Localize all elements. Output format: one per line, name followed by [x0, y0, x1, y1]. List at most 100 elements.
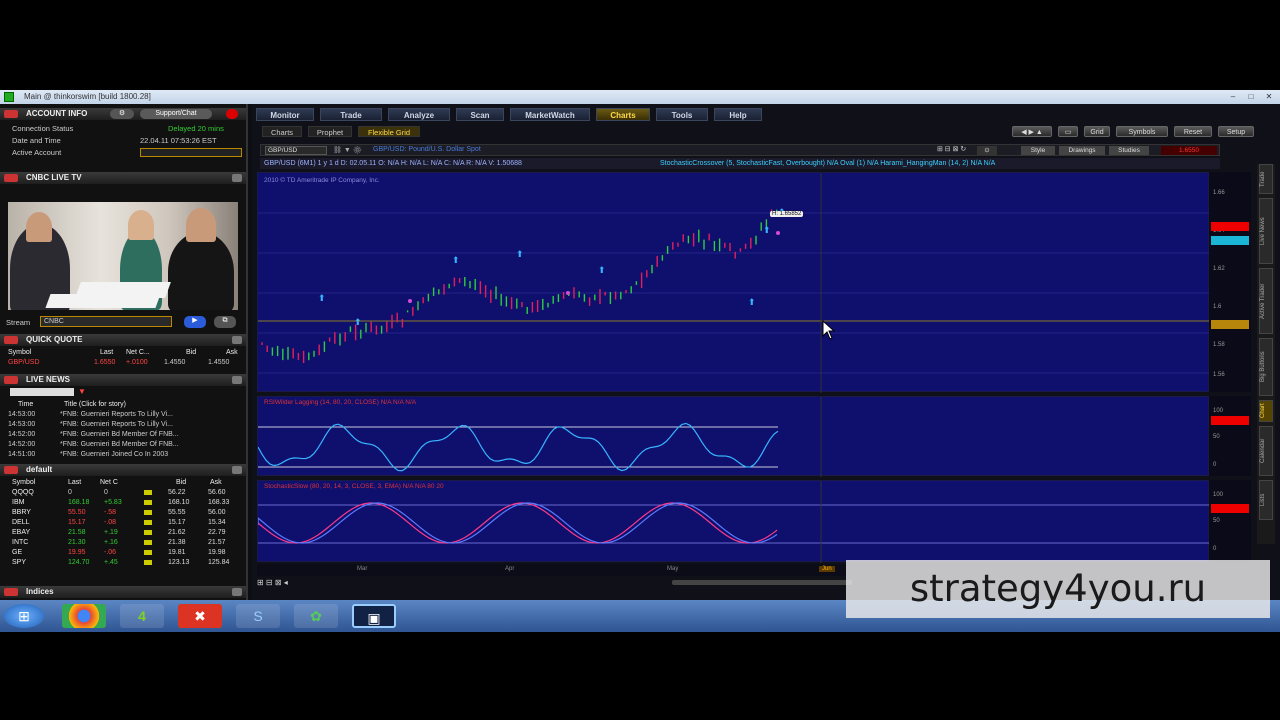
price-chart[interactable]: ⬆⬆⬆⬆⬆⬆⬆⬆: [258, 173, 1210, 393]
side-tab-chart[interactable]: Chart: [1259, 400, 1273, 422]
watchlist-header[interactable]: default: [0, 464, 246, 476]
chrome-icon[interactable]: [62, 604, 106, 628]
live-tv-header[interactable]: CNBC LIVE TV: [0, 172, 246, 184]
news-item[interactable]: 14:51:00 *FNB: Guernieri Joined Co In 200…: [4, 450, 242, 459]
rsi-pane[interactable]: RSIWilder Lagging (14, 80, 20, CLOSE) N/…: [257, 396, 1210, 477]
quick-quote-header[interactable]: QUICK QUOTE: [0, 334, 246, 346]
alert-icon[interactable]: [226, 109, 238, 119]
setup-button[interactable]: Setup: [1218, 126, 1254, 137]
popout-icon[interactable]: ⧉: [214, 316, 236, 328]
rsi-chart[interactable]: [258, 397, 1210, 477]
watchlist-row[interactable]: DELL 15.17 -.08 15.17 15.34: [4, 518, 242, 527]
grid-button[interactable]: Grid: [1084, 126, 1110, 137]
watchlist-cell-ask: 125.84: [208, 559, 230, 566]
watchlist-row[interactable]: EBAY 21.58 +.19 21.62 22.79: [4, 528, 242, 537]
side-tab-big-buttons[interactable]: Big Buttons: [1259, 338, 1273, 396]
zoom-icon[interactable]: ⊙: [977, 146, 997, 155]
news-item[interactable]: 14:53:00 *FNB: Guernieri Reports To Lilly…: [4, 420, 242, 429]
tab-trade[interactable]: Trade: [320, 108, 382, 121]
side-tab-lists[interactable]: Lists: [1259, 480, 1273, 520]
price-flag-red: [1211, 222, 1249, 231]
subtab-flexible-grid[interactable]: Flexible Grid: [358, 126, 420, 137]
live-news-header[interactable]: LIVE NEWS: [0, 374, 246, 386]
watchlist-cell-last: 0: [68, 489, 72, 496]
watchlist-row[interactable]: QQQQ 0 0 56.22 56.60: [4, 488, 242, 497]
layout-icon[interactable]: ▭: [1058, 126, 1078, 137]
side-tab-trade[interactable]: Trade: [1259, 164, 1273, 194]
news-item[interactable]: 14:53:00 *FNB: Guernieri Reports To Lilly…: [4, 410, 242, 419]
price-pane[interactable]: 2010 © TD Ameritrade IP Company, Inc. ⬆ ⬆…: [257, 172, 1210, 393]
close-icon[interactable]: ✕: [1262, 92, 1276, 102]
study-line: GBP/USD (6M1) 1 y 1 d D: 02.05.11 O: N/A…: [260, 158, 1220, 169]
tab-help[interactable]: Help: [714, 108, 762, 121]
watchlist-cell-last: 21.30: [68, 539, 86, 546]
tab-marketwatch[interactable]: MarketWatch: [510, 108, 590, 121]
cnbc-video-player[interactable]: [8, 202, 238, 310]
tool-icon[interactable]: ✖: [178, 604, 222, 628]
drawings-button[interactable]: Drawings: [1059, 146, 1105, 155]
subtab-charts[interactable]: Charts: [262, 126, 302, 137]
maximize-icon[interactable]: □: [1244, 92, 1258, 102]
reset-button[interactable]: Reset: [1174, 126, 1212, 137]
watchlist-row[interactable]: INTC 21.30 +.16 21.38 21.57: [4, 538, 242, 547]
settings-icon[interactable]: [232, 174, 242, 182]
watchlist-row[interactable]: GE 19.95 -.06 19.81 19.98: [4, 548, 242, 557]
video-person: [186, 208, 216, 242]
zoom-controls[interactable]: ⊞ ⊟ ⊠ ◂: [257, 578, 347, 588]
horizontal-scrollbar[interactable]: [672, 580, 852, 585]
signal-arrow: ⬆: [354, 317, 362, 327]
style-button[interactable]: Style: [1021, 146, 1055, 155]
watchlist-cell-net: 0: [104, 489, 108, 496]
settings-icon[interactable]: [232, 336, 242, 344]
nav-arrows[interactable]: ◀ ▶ ▲: [1012, 126, 1052, 137]
tab-monitor[interactable]: Monitor: [256, 108, 314, 121]
link-icon[interactable]: ⛓ ▼ ⚙: [333, 146, 362, 154]
active-account-select[interactable]: [140, 148, 242, 157]
tab-tools[interactable]: Tools: [656, 108, 708, 121]
watchlist-cell-net: -.58: [104, 509, 117, 516]
thinkorswim-icon[interactable]: 4: [120, 604, 164, 628]
tab-scan[interactable]: Scan: [456, 108, 504, 121]
watchlist-row[interactable]: BBRY 55.50 -.58 55.55 56.00: [4, 508, 242, 517]
watchlist-cell-bid: 168.10: [168, 499, 190, 506]
settings-icon[interactable]: [232, 376, 242, 384]
chart-tool-icons[interactable]: ⊞ ⊟ ⊠ ↻: [937, 145, 966, 153]
tab-analyze[interactable]: Analyze: [388, 108, 450, 121]
side-tab-calendar[interactable]: Calendar: [1259, 426, 1273, 476]
support-chat-button[interactable]: Support/Chat: [140, 109, 212, 119]
settings-icon[interactable]: [232, 466, 242, 474]
windows-start-icon[interactable]: ⊞: [4, 604, 44, 628]
signal-arrow: ⬆: [748, 297, 756, 307]
watchlist-row[interactable]: SPY 124.70 +.45 123.13 125.84: [4, 558, 242, 567]
quick-quote-row[interactable]: GBP/USD 1.6550 +.0100 1.4550 1.4550: [4, 358, 242, 367]
watchlist-row[interactable]: IBM 168.18 +5.83 168.10 168.33: [4, 498, 242, 507]
subtab-prophet[interactable]: Prophet: [308, 126, 352, 137]
filter-icon[interactable]: ▼: [78, 387, 86, 396]
stochastic-pane[interactable]: StochasticSlow (80, 20, 14, 3, CLOSE, 3,…: [257, 480, 1210, 563]
news-filter-input[interactable]: [10, 388, 74, 396]
watchlist-cell-bid: 21.62: [168, 529, 186, 536]
settings-icon[interactable]: [232, 588, 242, 596]
collapse-icon[interactable]: [4, 110, 18, 118]
gear-icon[interactable]: ⚙: [110, 109, 134, 119]
minimize-icon[interactable]: –: [1226, 92, 1240, 102]
news-item[interactable]: 14:52:00 *FNB: Guernieri Bd Member Of FNB…: [4, 440, 242, 449]
studies-button[interactable]: Studies: [1109, 146, 1149, 155]
indices-header[interactable]: Indices: [0, 586, 246, 598]
price-axis-label: 1.66: [1213, 190, 1225, 196]
stochastic-chart[interactable]: [258, 481, 1210, 563]
window-icon[interactable]: ▣: [352, 604, 396, 628]
side-tab-live-news[interactable]: Live News: [1259, 198, 1273, 264]
clover-icon[interactable]: ✿: [294, 604, 338, 628]
symbol-input[interactable]: GBP/USD: [265, 146, 327, 155]
price-axis-label: 1.58: [1213, 342, 1225, 348]
skype-icon[interactable]: S: [236, 604, 280, 628]
stream-label: Stream: [6, 318, 31, 327]
tab-charts[interactable]: Charts: [596, 108, 650, 121]
news-item[interactable]: 14:52:00 *FNB: Guernieri Bd Member Of FNB…: [4, 430, 242, 439]
stream-select[interactable]: CNBC: [40, 316, 172, 327]
signal-arrow: ⬆: [598, 265, 606, 275]
play-button[interactable]: ▶: [184, 316, 206, 328]
symbols-button[interactable]: Symbols: [1116, 126, 1168, 137]
side-tab-active-trader[interactable]: Active Trader: [1259, 268, 1273, 334]
